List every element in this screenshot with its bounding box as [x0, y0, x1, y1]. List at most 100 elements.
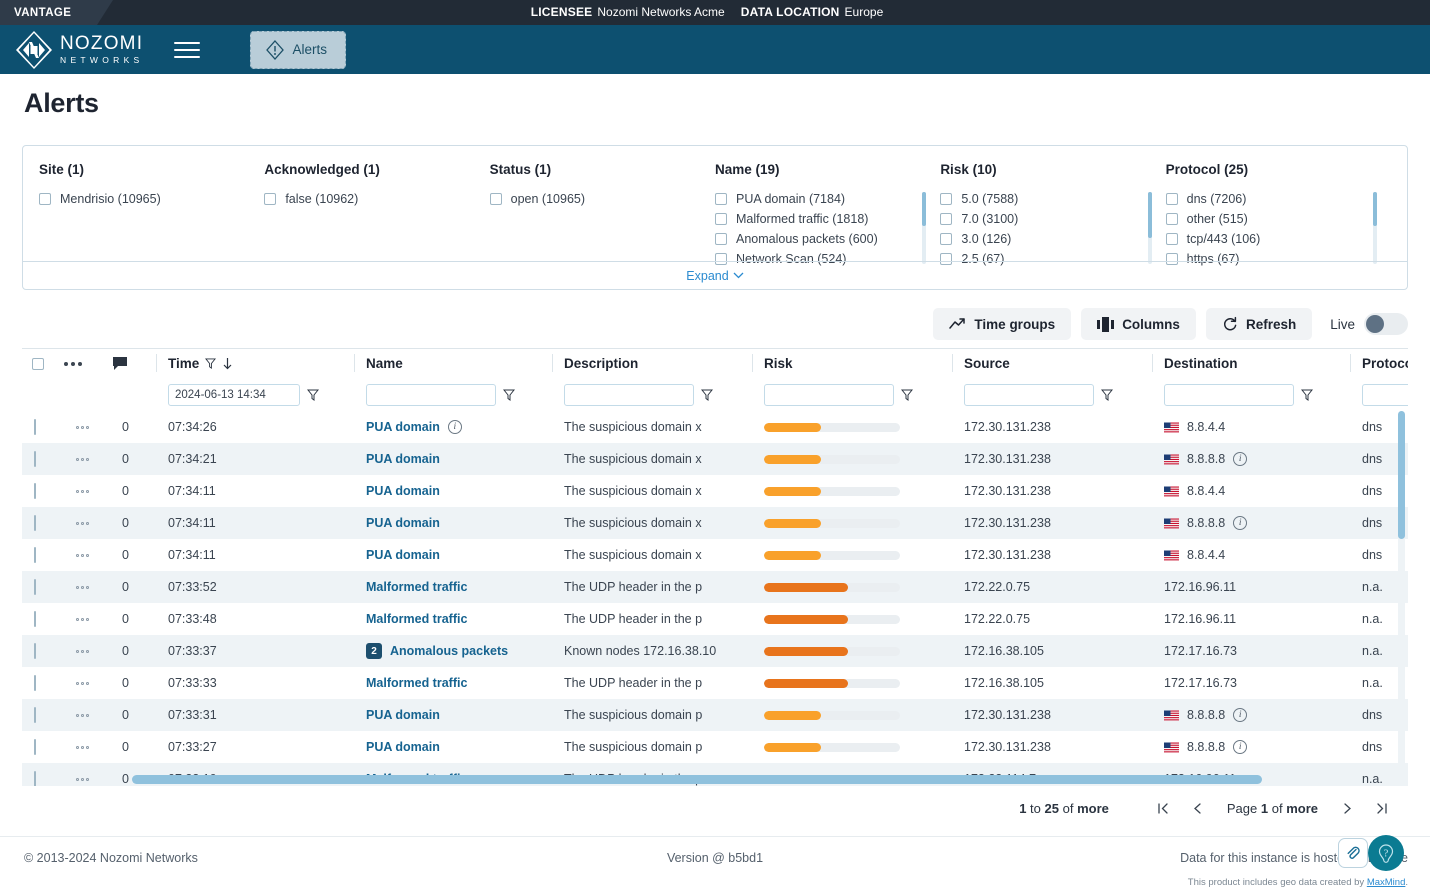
- filter-funnel-icon-destination[interactable]: [1301, 389, 1313, 401]
- filter-option-checkbox[interactable]: [1165, 193, 1178, 205]
- filter-option[interactable]: tcp/443 (106): [1165, 229, 1391, 249]
- select-all-checkbox[interactable]: [32, 357, 44, 370]
- filter-funnel-icon-name[interactable]: [503, 389, 515, 401]
- table-row[interactable]: 0 07:34:21 PUA domain The suspicious domain…: [22, 443, 1408, 475]
- filter-option[interactable]: open (10965): [489, 189, 715, 209]
- row-checkbox[interactable]: [34, 419, 36, 435]
- filter-option-checkbox[interactable]: [714, 213, 727, 225]
- table-row[interactable]: 0 07:33:52 Malformed traffic The UDP header…: [22, 571, 1408, 603]
- row-actions-icon[interactable]: [72, 713, 110, 717]
- filter-funnel-icon-time[interactable]: [307, 389, 319, 401]
- row-actions-icon[interactable]: [72, 457, 110, 461]
- row-actions-icon[interactable]: [72, 553, 110, 557]
- row-actions-icon[interactable]: [72, 521, 110, 525]
- maxmind-link[interactable]: MaxMind: [1367, 877, 1406, 888]
- nozomi-logo[interactable]: NOZOMI NETWORKS: [16, 30, 144, 69]
- row-actions-icon[interactable]: [72, 489, 110, 493]
- filter-input-protocol[interactable]: [1362, 383, 1408, 406]
- first-page-button[interactable]: [1147, 795, 1181, 821]
- last-page-button[interactable]: [1364, 795, 1398, 821]
- filter-option[interactable]: Malformed traffic (1818): [714, 209, 940, 229]
- table-row[interactable]: 0 07:34:11 PUA domain The suspicious domain…: [22, 539, 1408, 571]
- time-groups-button[interactable]: Time groups: [933, 308, 1072, 340]
- filter-option-checkbox[interactable]: [714, 193, 727, 205]
- alert-name-link[interactable]: PUA domain: [366, 516, 440, 530]
- alert-name-link[interactable]: PUA domain: [366, 452, 440, 466]
- expand-filters-button[interactable]: Expand: [686, 269, 744, 283]
- row-checkbox[interactable]: [34, 643, 36, 659]
- filter-option-checkbox[interactable]: [264, 193, 277, 205]
- filter-option[interactable]: dns (7206): [1165, 189, 1391, 209]
- filter-option-checkbox[interactable]: [714, 233, 727, 245]
- filter-option-checkbox[interactable]: [1165, 213, 1178, 225]
- row-checkbox[interactable]: [34, 675, 36, 691]
- column-header-source[interactable]: Source: [952, 349, 1152, 378]
- filter-option-checkbox[interactable]: [940, 213, 953, 225]
- filter-option[interactable]: 7.0 (3100): [940, 209, 1165, 229]
- row-actions-icon[interactable]: [72, 425, 110, 429]
- help-button[interactable]: ?: [1368, 835, 1404, 871]
- sort-descending-icon[interactable]: [222, 357, 233, 370]
- filter-funnel-icon-risk[interactable]: [901, 389, 913, 401]
- filter-input-source[interactable]: [964, 383, 1094, 406]
- alert-name-link[interactable]: PUA domain: [366, 484, 440, 498]
- row-actions-icon[interactable]: [72, 681, 110, 685]
- table-row[interactable]: 0 07:33:31 PUA domain The suspicious domain…: [22, 699, 1408, 731]
- filter-group-scrollbar[interactable]: [1372, 192, 1377, 264]
- alert-name-link[interactable]: PUA domain: [366, 420, 440, 434]
- row-checkbox[interactable]: [34, 547, 36, 563]
- filter-input-name[interactable]: [366, 383, 496, 406]
- row-checkbox[interactable]: [34, 451, 36, 467]
- alert-name-link[interactable]: Anomalous packets: [390, 644, 508, 658]
- row-actions-icon[interactable]: [72, 745, 110, 749]
- nav-item-alerts[interactable]: Alerts: [249, 30, 346, 69]
- filter-option-checkbox[interactable]: [489, 193, 502, 205]
- info-icon[interactable]: i: [1233, 452, 1248, 466]
- row-checkbox[interactable]: [34, 707, 36, 723]
- row-checkbox[interactable]: [34, 739, 36, 755]
- filter-input-destination[interactable]: [1164, 383, 1294, 406]
- column-header-time[interactable]: Time: [156, 349, 354, 378]
- table-vertical-scrollbar[interactable]: [1398, 411, 1405, 783]
- filter-option-checkbox[interactable]: [940, 233, 953, 245]
- refresh-button[interactable]: Refresh: [1205, 308, 1313, 340]
- table-row[interactable]: 0 07:33:48 Malformed traffic The UDP header…: [22, 603, 1408, 635]
- alert-name-link[interactable]: PUA domain: [366, 740, 440, 754]
- live-toggle[interactable]: [1364, 313, 1408, 335]
- row-checkbox[interactable]: [34, 483, 36, 499]
- row-actions-icon[interactable]: [72, 585, 110, 589]
- columns-button[interactable]: Columns: [1081, 308, 1196, 340]
- filter-input-description[interactable]: [564, 383, 694, 406]
- filter-option[interactable]: PUA domain (7184): [714, 189, 940, 209]
- filter-option[interactable]: 3.0 (126): [940, 229, 1165, 249]
- alert-name-link[interactable]: Malformed traffic: [366, 612, 467, 626]
- alert-name-link[interactable]: PUA domain: [366, 548, 440, 562]
- column-header-name[interactable]: Name: [354, 349, 552, 378]
- attachment-button[interactable]: [1338, 838, 1368, 868]
- filter-funnel-icon-source[interactable]: [1101, 389, 1113, 401]
- alert-name-link[interactable]: Malformed traffic: [366, 580, 467, 594]
- filter-option[interactable]: 5.0 (7588): [940, 189, 1165, 209]
- filter-group-scrollbar[interactable]: [922, 192, 927, 264]
- filter-input-risk[interactable]: [764, 383, 894, 406]
- info-icon[interactable]: i: [1233, 516, 1248, 530]
- row-checkbox[interactable]: [34, 579, 36, 595]
- alert-name-link[interactable]: PUA domain: [366, 708, 440, 722]
- next-page-button[interactable]: [1330, 795, 1364, 821]
- filter-option[interactable]: Mendrisio (10965): [39, 189, 264, 209]
- row-checkbox[interactable]: [34, 515, 36, 531]
- row-checkbox[interactable]: [34, 611, 36, 627]
- filter-option-checkbox[interactable]: [1165, 233, 1178, 245]
- filter-option[interactable]: other (515): [1165, 209, 1391, 229]
- filter-option-checkbox[interactable]: [39, 193, 51, 205]
- table-row[interactable]: 0 07:34:11 PUA domain The suspicious domain…: [22, 507, 1408, 539]
- more-actions-icon[interactable]: [64, 361, 82, 366]
- filter-input-time[interactable]: [168, 383, 300, 406]
- row-actions-icon[interactable]: [72, 617, 110, 621]
- filter-option-checkbox[interactable]: [940, 193, 953, 205]
- table-row[interactable]: 0 07:33:27 PUA domain The suspicious domain…: [22, 731, 1408, 763]
- filter-group-scrollbar[interactable]: [1147, 192, 1152, 264]
- column-header-protocol[interactable]: Protocol: [1350, 349, 1408, 378]
- table-row[interactable]: 0 07:33:37 2 Anomalous packets Known nodes 1…: [22, 635, 1408, 667]
- info-icon[interactable]: i: [1233, 708, 1248, 722]
